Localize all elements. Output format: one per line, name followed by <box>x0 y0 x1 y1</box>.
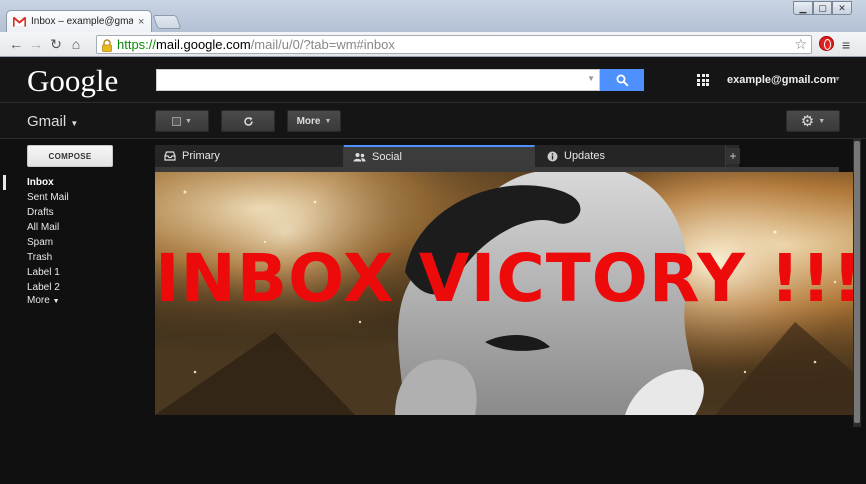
checkbox-icon <box>172 116 182 126</box>
scrollbar[interactable] <box>853 139 861 427</box>
inbox-tray-icon <box>164 151 176 161</box>
new-tab-button[interactable] <box>152 15 182 29</box>
close-tab-icon[interactable]: × <box>138 16 144 28</box>
gmail-label: Gmail <box>27 113 67 130</box>
scrollbar-thumb[interactable] <box>854 141 860 423</box>
refresh-button[interactable] <box>221 110 275 132</box>
sidebar-item-label-2[interactable]: Label 2 <box>0 280 150 295</box>
gear-icon: ⚙ <box>800 113 815 130</box>
gmail-header: Google ▼ example@gmail.com ▼ <box>0 57 866 103</box>
close-window-icon[interactable]: ✕ <box>832 1 852 15</box>
sidebar-item-more[interactable]: More ▼ <box>0 295 150 309</box>
apps-grid-icon[interactable] <box>697 74 709 86</box>
search-icon <box>616 74 629 87</box>
tab-updates[interactable]: Updates <box>535 145 726 167</box>
theme-banner-image: INBOX VICTORY !!! <box>155 172 853 415</box>
tab-social[interactable]: Social <box>344 145 535 167</box>
tab-updates-label: Updates <box>564 150 605 162</box>
tab-primary-label: Primary <box>182 150 220 162</box>
more-label: More <box>296 115 321 127</box>
more-actions-button[interactable]: More ▼ <box>287 110 341 132</box>
gmail-favicon-icon <box>13 16 26 27</box>
gmail-action-bar: Gmail ▼ ▼ More ▼ ⚙ ▼ <box>0 103 866 139</box>
sidebar-item-spam[interactable]: Spam <box>0 235 150 250</box>
back-arrow-icon[interactable]: ← <box>6 36 26 52</box>
people-icon <box>353 153 366 162</box>
minimize-icon[interactable]: ▁ <box>793 1 813 15</box>
sidebar-item-all-mail[interactable]: All Mail <box>0 220 150 235</box>
chevron-down-icon: ▼ <box>185 117 192 125</box>
chevron-down-icon: ▼ <box>70 119 79 128</box>
info-icon <box>547 151 558 161</box>
url-path: /mail/u/0/?tab=wm#inbox <box>250 37 395 52</box>
sidebar-item-drafts[interactable]: Drafts <box>0 205 150 220</box>
account-caret-icon[interactable]: ▼ <box>834 76 841 83</box>
search-options-icon[interactable]: ▼ <box>587 74 595 83</box>
google-logo[interactable]: Google <box>27 63 118 99</box>
sidebar-item-label-1[interactable]: Label 1 <box>0 265 150 280</box>
chrome-menu-icon[interactable]: ≡ <box>842 37 850 53</box>
home-icon[interactable]: ⌂ <box>66 36 86 52</box>
sidebar: COMPOSE Inbox Sent Mail Drafts All Mail … <box>0 139 150 484</box>
chevron-down-icon: ▼ <box>818 117 826 125</box>
opera-extension-icon[interactable] <box>819 36 834 51</box>
banner-headline: INBOX VICTORY !!! <box>155 240 853 317</box>
maximize-icon[interactable]: ▢ <box>813 1 832 15</box>
search-button[interactable] <box>600 69 644 91</box>
tab-social-label: Social <box>372 151 402 163</box>
refresh-icon <box>243 116 253 126</box>
browser-tab-inbox[interactable]: Inbox – example@gmail.c × <box>6 10 152 32</box>
account-email[interactable]: example@gmail.com <box>727 74 836 86</box>
reload-icon[interactable]: ↻ <box>46 36 66 53</box>
tab-primary[interactable]: Primary <box>155 145 344 167</box>
chevron-down-icon: ▼ <box>324 117 332 125</box>
sidebar-item-inbox[interactable]: Inbox <box>0 175 150 190</box>
select-all-button[interactable]: ▼ <box>155 110 209 132</box>
add-tab-button[interactable]: + <box>726 148 740 164</box>
url-host: mail.google.com <box>156 37 251 52</box>
folder-list: Inbox Sent Mail Drafts All Mail Spam Tra… <box>0 175 150 309</box>
sidebar-more-label: More <box>27 295 50 306</box>
window-controls: ▁ ▢ ✕ <box>793 1 852 15</box>
inbox-category-tabs: Primary Social Updates <box>155 145 739 167</box>
browser-tab-title: Inbox – example@gmail.c <box>31 16 133 27</box>
chevron-down-icon: ▼ <box>52 298 60 305</box>
main-content: Primary Social Updates + INBOX VICTORY !… <box>155 145 853 415</box>
bookmark-star-icon[interactable]: ☆ <box>794 36 807 53</box>
url-text: https://mail.google.com/mail/u/0/?tab=wm… <box>117 37 395 52</box>
browser-toolbar: ← → ↻ ⌂ https://mail.google.com/mail/u/0… <box>0 32 866 57</box>
forward-arrow-icon[interactable]: → <box>26 36 46 52</box>
browser-titlebar: Inbox – example@gmail.c × ▁ ▢ ✕ <box>0 0 866 32</box>
url-scheme: https:// <box>117 37 157 52</box>
sidebar-item-trash[interactable]: Trash <box>0 250 150 265</box>
search-input[interactable]: ▼ <box>156 69 600 91</box>
compose-button[interactable]: COMPOSE <box>27 145 113 167</box>
sidebar-item-sent-mail[interactable]: Sent Mail <box>0 190 150 205</box>
address-bar[interactable]: https://mail.google.com/mail/u/0/?tab=wm… <box>96 35 812 54</box>
gmail-app-switcher[interactable]: Gmail ▼ <box>27 113 78 130</box>
lock-icon <box>101 38 113 52</box>
settings-button[interactable]: ⚙ ▼ <box>786 110 840 132</box>
